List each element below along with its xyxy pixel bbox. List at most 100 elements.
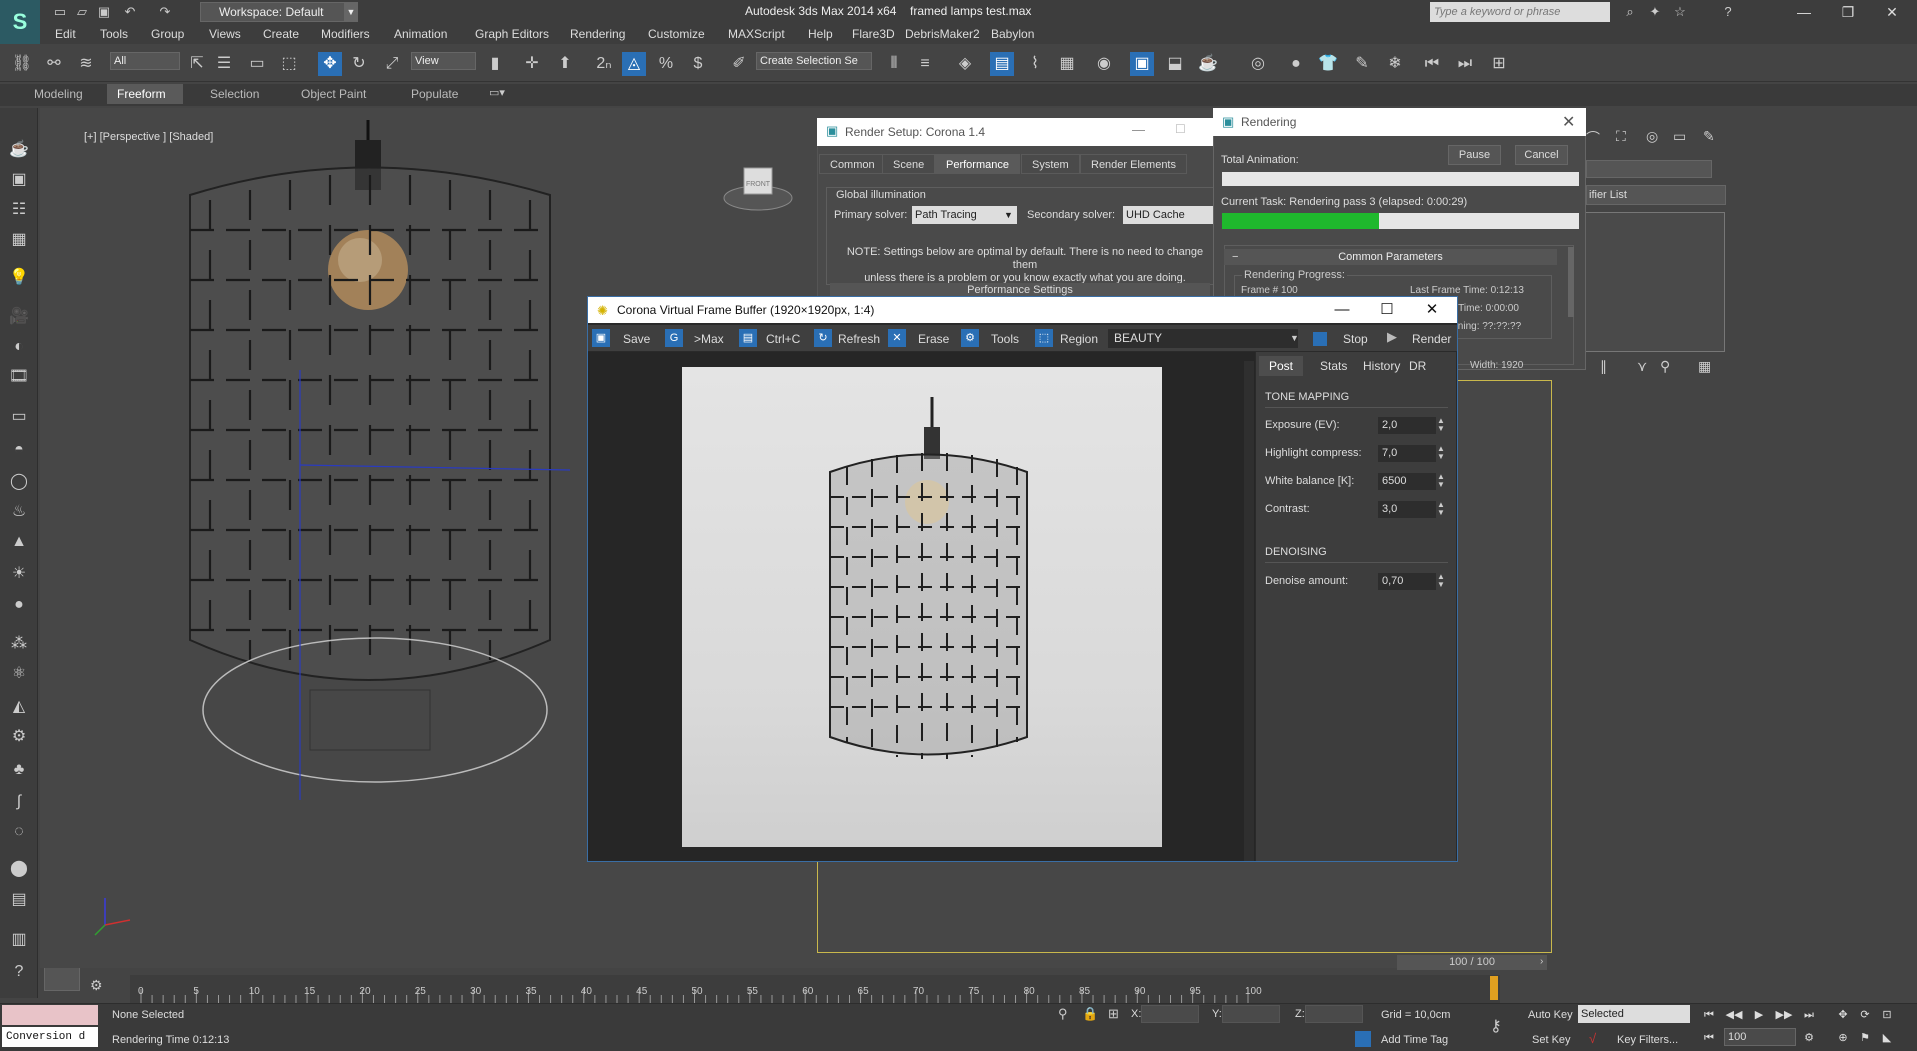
cone-icon[interactable]: ▲ — [7, 530, 31, 554]
minimize-button[interactable]: — — [1782, 2, 1826, 22]
menu-edit[interactable]: Edit — [55, 27, 76, 41]
key-icon[interactable]: ⚷ — [1490, 1016, 1502, 1036]
box-icon[interactable]: ▭ — [7, 405, 31, 429]
percent-snap-icon[interactable]: % — [654, 52, 678, 76]
highlight-compress-spinner[interactable]: ▲ ▼ — [1437, 445, 1445, 462]
show-end-result-icon[interactable]: ⋎ — [1637, 358, 1647, 375]
chevron-down-icon[interactable]: ▼ — [344, 2, 358, 22]
absolute-mode-icon[interactable]: ⊞ — [1108, 1006, 1119, 1022]
contrast-spinner[interactable]: ▲ ▼ — [1437, 501, 1445, 518]
shirt-icon[interactable]: 👕 — [1316, 52, 1340, 76]
maximize-viewport-icon[interactable]: ⊡ — [1878, 1006, 1896, 1024]
timeline-track[interactable] — [130, 975, 1500, 1003]
window-crossing-icon[interactable]: ⬚ — [277, 52, 301, 76]
vfb-region-button[interactable]: Region — [1060, 330, 1098, 348]
menu-views[interactable]: Views — [209, 27, 241, 41]
vfb-close-button[interactable]: ✕ — [1412, 298, 1452, 322]
time-slider[interactable]: 100 / 100 — [1397, 955, 1547, 970]
next-frame-icon[interactable]: ▶▶ — [1775, 1006, 1793, 1024]
vfb-minimize-button[interactable]: — — [1322, 298, 1362, 322]
search-input[interactable]: Type a keyword or phrase — [1430, 2, 1610, 22]
tab-populate[interactable]: Populate — [401, 84, 468, 104]
app-logo-icon[interactable]: S — [0, 0, 40, 44]
select-object-icon[interactable]: ⇱ — [185, 52, 209, 76]
add-time-tag[interactable]: Add Time Tag — [1381, 1034, 1448, 1046]
menu-create[interactable]: Create — [263, 27, 299, 41]
material-editor-icon[interactable]: ◉ — [1092, 52, 1116, 76]
shell-icon[interactable]: ◌ — [7, 820, 31, 844]
ball-icon[interactable]: ⬤ — [7, 857, 31, 881]
lock-icon[interactable]: 🔒 — [1082, 1006, 1098, 1022]
tab-dr[interactable]: DR — [1399, 356, 1436, 376]
vfb-stop-button[interactable]: Stop — [1343, 330, 1368, 348]
calculator-icon[interactable]: ▤ — [7, 888, 31, 912]
sphere-tool-icon[interactable]: ● — [1284, 52, 1308, 76]
render-production-icon[interactable]: ☕ — [1196, 52, 1220, 76]
configure-modifier-icon[interactable]: ▦ — [1698, 358, 1711, 375]
denoise-amount-input[interactable]: 0,70 — [1378, 573, 1436, 590]
pin-stack-icon[interactable]: ∥ — [1600, 358, 1607, 375]
select-scale-icon[interactable]: ⤢ — [380, 52, 404, 76]
list-icon[interactable]: ☷ — [7, 198, 31, 222]
menu-customize[interactable]: Customize — [648, 27, 705, 41]
make-unique-icon[interactable]: ⚲ — [1660, 358, 1670, 375]
vfb-copy-button[interactable]: Ctrl+C — [766, 330, 800, 348]
next-key-icon[interactable]: ⏭ — [1453, 52, 1477, 76]
zoom-icon[interactable]: ⊕ — [1834, 1029, 1852, 1047]
globe-icon[interactable]: ◐ — [7, 335, 31, 359]
link-icon[interactable]: ⛓ — [10, 52, 34, 76]
time-slider-thumb[interactable] — [1490, 976, 1498, 1000]
time-tag-icon[interactable] — [1355, 1031, 1371, 1047]
table-icon[interactable]: ▦ — [7, 228, 31, 252]
rendering-close-button[interactable]: ✕ — [1562, 112, 1575, 132]
menu-flare3d[interactable]: Flare3D — [852, 27, 895, 41]
key-selection-dropdown[interactable]: Selected — [1578, 1005, 1690, 1023]
vfb-tomax-button[interactable]: >Max — [694, 330, 724, 348]
tab-freeform[interactable]: Freeform — [107, 84, 183, 104]
vfb-render-button[interactable]: Render — [1412, 330, 1451, 348]
star-icon[interactable]: ☆ — [1670, 3, 1690, 21]
viewcube-icon[interactable]: FRONT — [720, 160, 800, 220]
collapse-icon[interactable]: − — [1232, 249, 1238, 265]
snaps-toggle-icon[interactable]: 2ₙ — [592, 52, 616, 76]
tab-system[interactable]: System — [1021, 154, 1080, 174]
film-icon[interactable]: 🎞 — [7, 365, 31, 389]
new-file-icon[interactable]: ▭ — [50, 3, 70, 21]
side-panel-splitter[interactable] — [1244, 361, 1254, 861]
bind-space-warp-icon[interactable]: ≋ — [74, 52, 98, 76]
orbit-icon[interactable]: ⟳ — [1856, 1006, 1874, 1024]
align-icon[interactable]: ≡ — [913, 52, 937, 76]
light-icon[interactable]: 💡 — [7, 266, 31, 290]
exposure-spinner[interactable]: ▲ ▼ — [1437, 417, 1445, 434]
select-manipulate-icon[interactable]: ✛ — [520, 52, 544, 76]
pyramid-icon[interactable]: ◭ — [7, 695, 31, 719]
walk-icon[interactable]: ⚑ — [1856, 1029, 1874, 1047]
ref-coord-dropdown[interactable]: View — [411, 52, 476, 70]
vfb-copy-icon[interactable]: ▤ — [739, 329, 757, 347]
white-balance-spinner[interactable]: ▲ ▼ — [1437, 473, 1445, 490]
menu-maxscript[interactable]: MAXScript — [728, 27, 785, 41]
menu-rendering[interactable]: Rendering — [570, 27, 625, 41]
schematic-view-icon[interactable]: ▦ — [1055, 52, 1079, 76]
fov-icon[interactable]: ◣ — [1878, 1029, 1896, 1047]
render-setup-icon[interactable]: ▣ — [1130, 52, 1154, 76]
menu-tools[interactable]: Tools — [100, 27, 128, 41]
x-coord-field[interactable] — [1141, 1005, 1199, 1023]
highlight-compress-input[interactable]: 7,0 — [1378, 445, 1436, 462]
hair-icon[interactable]: ∫ — [7, 790, 31, 814]
pause-button[interactable]: Pause — [1448, 145, 1501, 165]
time-config-icon[interactable]: ⚙ — [1800, 1029, 1818, 1047]
help-left-icon[interactable]: ? — [7, 960, 31, 984]
key-filters-button[interactable]: Key Filters... — [1617, 1034, 1678, 1046]
motion-tab-icon[interactable]: ◎ — [1646, 128, 1666, 148]
menu-modifiers[interactable]: Modifiers — [321, 27, 370, 41]
mirror-icon[interactable]: ⫴ — [882, 52, 906, 76]
isolate-icon[interactable]: ⚲ — [1058, 1006, 1068, 1022]
layer-manager-icon[interactable]: ◈ — [953, 52, 977, 76]
vfb-tools-button[interactable]: Tools — [991, 330, 1019, 348]
current-frame-field[interactable]: 100 — [1724, 1028, 1796, 1046]
render-setup-minimize[interactable]: — — [1132, 122, 1145, 137]
exposure-input[interactable]: 2,0 — [1378, 417, 1436, 434]
select-by-name-icon[interactable]: ☰ — [212, 52, 236, 76]
cancel-button[interactable]: Cancel — [1515, 145, 1568, 165]
